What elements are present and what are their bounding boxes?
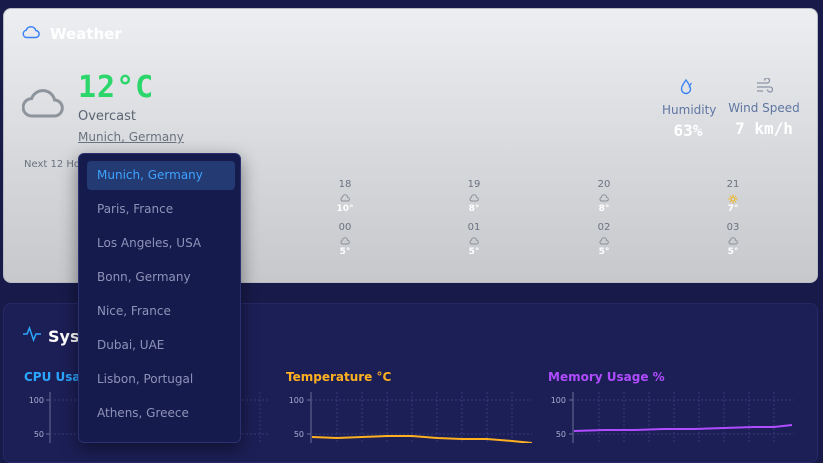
cloud-icon: [22, 24, 40, 43]
cloud-icon: [454, 194, 494, 203]
humidity-label: Humidity: [662, 103, 717, 117]
cloud-icon: [325, 194, 365, 203]
forecast-item: 00 5°: [325, 223, 365, 257]
activity-icon: [22, 325, 42, 346]
y-tick-label: 50: [556, 430, 566, 439]
location-option[interactable]: Munich, Germany: [87, 161, 235, 190]
cloud-icon: [713, 237, 753, 246]
forecast-item: 20 8°: [584, 180, 624, 214]
temperature-chart: 100 50: [289, 392, 532, 443]
system-title: Sys: [48, 326, 80, 346]
system-card-header: Sys: [22, 325, 80, 346]
current-temperature: 12°C: [78, 70, 155, 105]
wind-label: Wind Speed: [728, 101, 800, 115]
temperature-chart-title: Temperature °C: [286, 370, 392, 384]
droplet-icon: [680, 78, 696, 100]
next-hours-label: Next 12 Hou: [24, 159, 87, 170]
weather-title: Weather: [50, 24, 122, 43]
forecast-item: 01 5°: [454, 223, 494, 257]
memory-chart: 100 50: [551, 392, 794, 443]
cloud-icon: [584, 194, 624, 203]
y-tick-label: 100: [29, 396, 44, 405]
cloud-icon: [454, 237, 494, 246]
location-option[interactable]: Nice, France: [87, 297, 235, 326]
location-option[interactable]: Paris, France: [87, 195, 235, 224]
location-option[interactable]: Los Angeles, USA: [87, 229, 235, 258]
forecast-item: 21 7°: [713, 180, 753, 214]
humidity-stat: Humidity 63%: [662, 78, 717, 140]
y-tick-label: 100: [289, 396, 304, 405]
weather-card-header: Weather: [22, 24, 122, 43]
wind-icon: [755, 77, 774, 98]
forecast-item: 02 5°: [584, 223, 624, 257]
y-tick-label: 50: [34, 430, 44, 439]
humidity-value: 63%: [673, 121, 703, 140]
location-option[interactable]: Athens, Greece: [87, 399, 235, 428]
memory-chart-title: Memory Usage %: [548, 370, 665, 384]
location-option[interactable]: Dubai, UAE: [87, 331, 235, 360]
overcast-cloud-icon: [21, 86, 64, 124]
location-option[interactable]: Lisbon, Portugal: [87, 365, 235, 394]
cloud-icon: [584, 237, 624, 246]
cloud-icon: [325, 237, 365, 246]
wind-value: 7 km/h: [735, 119, 793, 138]
weather-condition: Overcast: [78, 109, 136, 124]
location-selector[interactable]: Munich, Germany: [78, 130, 184, 144]
location-dropdown: Munich, Germany Paris, France Los Angele…: [78, 153, 241, 443]
memory-series-line: [573, 424, 793, 432]
y-tick-label: 100: [551, 396, 566, 405]
wind-stat: Wind Speed 7 km/h: [728, 77, 800, 138]
forecast-item: 19 8°: [454, 180, 494, 214]
location-option[interactable]: Bonn, Germany: [87, 263, 235, 292]
forecast-item: 03 5°: [713, 223, 753, 257]
sun-icon: [713, 194, 753, 204]
temperature-series-line: [311, 435, 532, 443]
forecast-item: 18 10°: [325, 180, 365, 214]
y-tick-label: 50: [294, 430, 304, 439]
